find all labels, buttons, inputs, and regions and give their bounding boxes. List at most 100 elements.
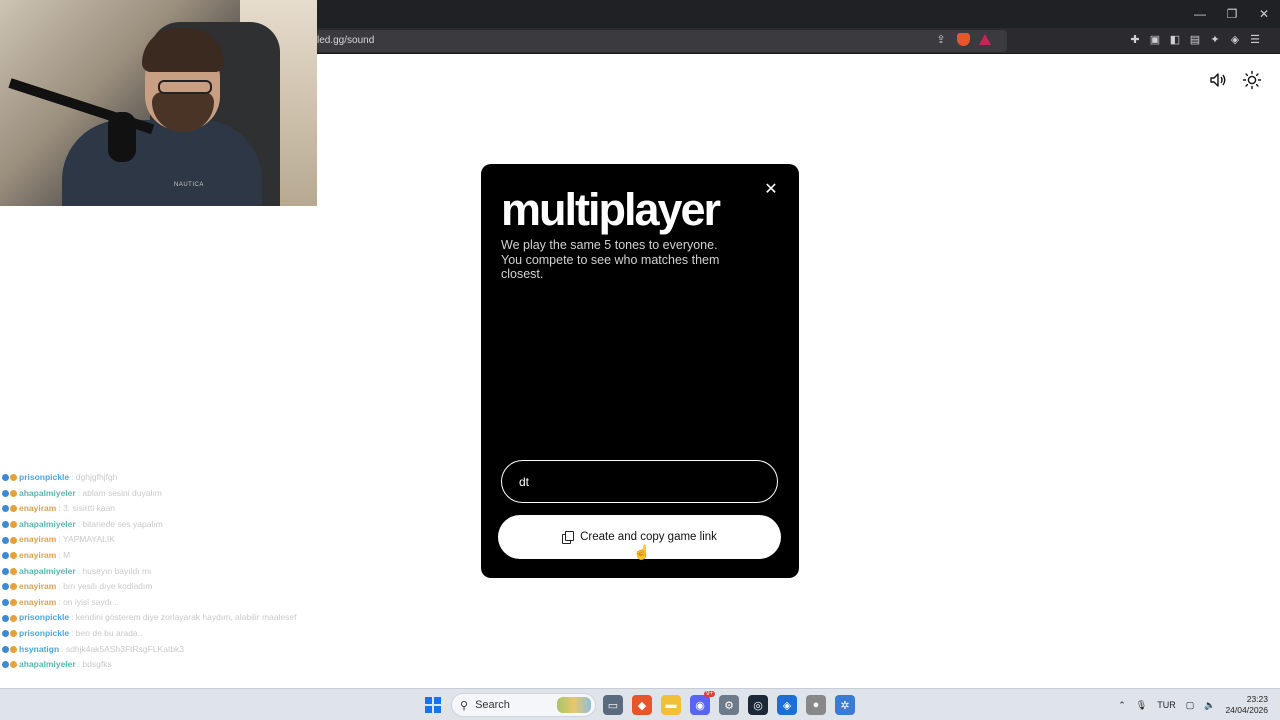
brave-rewards-icon[interactable] [978,32,992,46]
browser-titlebar: — ❐ ✕ [317,0,1280,28]
chat-badge-icon [10,645,17,653]
chat-badges [2,599,17,607]
speaker-icon[interactable]: 🔈 [1204,700,1215,711]
chevron-up-icon[interactable]: ⌃ [1118,700,1126,711]
create-game-link-label: Create and copy game link [580,531,717,543]
chat-badges [2,630,17,638]
close-modal-button[interactable]: ✕ [763,182,779,198]
chat-message: enayiram: YAPMAYALIK [2,532,322,548]
obs-icon[interactable]: ● [806,695,826,715]
chat-badges [2,645,17,653]
chat-badge-icon [10,521,17,529]
chat-message: hsynatign: sdhjk4ak5ASh3FtRsgFLKaIbk3 [2,642,322,658]
wallet-icon[interactable]: ▤ [1188,32,1202,46]
tab-search-icon[interactable]: ▣ [1148,32,1162,46]
browser-toolbar: led.gg/sound ⇪ ✚ ▣ ◧ ▤ ✦ ◈ ☰ [317,28,1280,54]
chat-username[interactable]: ahapalmiyeler [19,564,76,580]
chat-badge-icon [2,489,9,497]
screen: NAUTICA — ❐ ✕ led.gg/sound ⇪ ✚ ▣ ◧ ▤ ✦ ◈… [0,0,1280,720]
chat-username[interactable]: prisonpickle [19,610,69,626]
extensions-icon[interactable]: ✚ [1128,32,1142,46]
chat-username[interactable]: enayiram [19,501,56,517]
leo-ai-icon[interactable]: ✦ [1208,32,1222,46]
chat-username[interactable]: enayiram [19,532,56,548]
chat-badge-icon [10,661,17,669]
start-button[interactable] [425,697,441,713]
menu-icon[interactable]: ☰ [1248,32,1262,46]
chat-text: : kendini gösterem diye zorlayarak haydı… [71,612,297,623]
share-icon[interactable]: ⇪ [934,32,948,46]
webcam-overlay: NAUTICA [0,0,317,206]
address-bar-actions: ⇪ [934,32,992,46]
chat-badge-icon [10,630,17,638]
chat-username[interactable]: enayiram [19,579,56,595]
player-name-input[interactable] [501,460,778,503]
taskbar-search[interactable]: ⚲ Search [451,693,596,717]
chat-badges [2,661,17,669]
discord-icon[interactable]: ◉ 9+ [690,691,715,715]
chat-badges [2,583,17,591]
network-icon[interactable]: ▢ [1186,700,1195,711]
app-icon-gear[interactable]: ✲ [835,695,855,715]
chat-badges [2,505,17,513]
chat-text: : bırı yesilı dıye kodladım [58,581,153,592]
task-view-icon[interactable]: ▭ [603,695,623,715]
chat-username[interactable]: hsynatign [19,642,59,658]
brave-browser-icon[interactable]: ◆ [632,695,652,715]
settings-icon[interactable]: ⚙ [719,695,739,715]
chat-message: enayiram: M [2,548,322,564]
chat-badges [2,567,17,575]
clock-time: 23:23 [1246,694,1268,704]
browser-extension-icons: ✚ ▣ ◧ ▤ ✦ ◈ ☰ [1128,32,1262,46]
chat-badge-icon [10,536,17,544]
app-icon-blue[interactable]: ◈ [777,695,797,715]
sun-icon[interactable] [1242,70,1262,90]
steam-icon[interactable]: ◎ [748,695,768,715]
chat-message: prisonpickle: ben de bu arada.. [2,626,322,642]
close-window-button[interactable]: ✕ [1248,0,1280,28]
chat-username[interactable]: prisonpickle [19,626,69,642]
chat-username[interactable]: ahapalmiyeler [19,517,76,533]
clock-date: 24/04/2026 [1225,705,1268,715]
chat-username[interactable]: ahapalmiyeler [19,657,76,673]
webcam-person-body [62,120,262,206]
microphone-icon[interactable]: 🎙 [1136,700,1147,711]
address-bar[interactable]: led.gg/sound [317,30,1007,52]
chat-badge-icon [2,567,9,575]
minimize-button[interactable]: — [1184,0,1216,28]
volume-icon[interactable] [1208,70,1228,90]
chat-username[interactable]: prisonpickle [19,470,69,486]
chat-text: : YAPMAYALIK [58,534,115,545]
chat-badges [2,474,17,482]
brave-shield-icon[interactable] [956,32,970,46]
chat-text: : ablam sesini duyalım [77,487,162,498]
chat-badge-icon [2,536,9,544]
chat-message: ahapalmiyeler: huseyın bayıldı mı [2,564,322,580]
chat-text: : 3. sisirtti kaan [58,503,116,514]
restore-button[interactable]: ❐ [1216,0,1248,28]
vpn-shield-icon[interactable]: ◈ [1228,32,1242,46]
sidebar-icon[interactable]: ◧ [1168,32,1182,46]
chat-text: : M [58,549,71,560]
chat-badge-icon [2,661,9,669]
clock[interactable]: 23:23 24/04/2026 [1225,694,1268,716]
chat-username[interactable]: ahapalmiyeler [19,486,76,502]
chat-username[interactable]: enayiram [19,595,56,611]
chat-message: prisonpickle: dghjgfhjfgh [2,470,322,486]
chat-message: ahapalmiyeler: ablam sesini duyalım [2,486,322,502]
chat-badge-icon [10,614,17,622]
chat-badge-icon [2,614,9,622]
chat-message: enayiram: bırı yesilı dıye kodladım [2,579,322,595]
chat-message: enayiram: on iyisi saydı .. [2,595,322,611]
chat-badge-icon [10,505,17,513]
chat-message: prisonpickle: kendini gösterem diye zorl… [2,610,322,626]
chat-badges [2,489,17,497]
language-indicator[interactable]: TUR [1157,700,1176,710]
search-icon: ⚲ [460,699,469,712]
discord-notification-badge: 9+ [704,691,715,697]
windows-taskbar: ⚲ Search ▭ ◆ ▬ ◉ 9+ ⚙ ◎ ◈ ● ✲ ⌃ 🎙 TUR ▢ 🔈… [0,688,1280,720]
chat-badge-icon [10,583,17,591]
chat-badge-icon [10,567,17,575]
chat-username[interactable]: enayiram [19,548,56,564]
file-explorer-icon[interactable]: ▬ [661,695,681,715]
